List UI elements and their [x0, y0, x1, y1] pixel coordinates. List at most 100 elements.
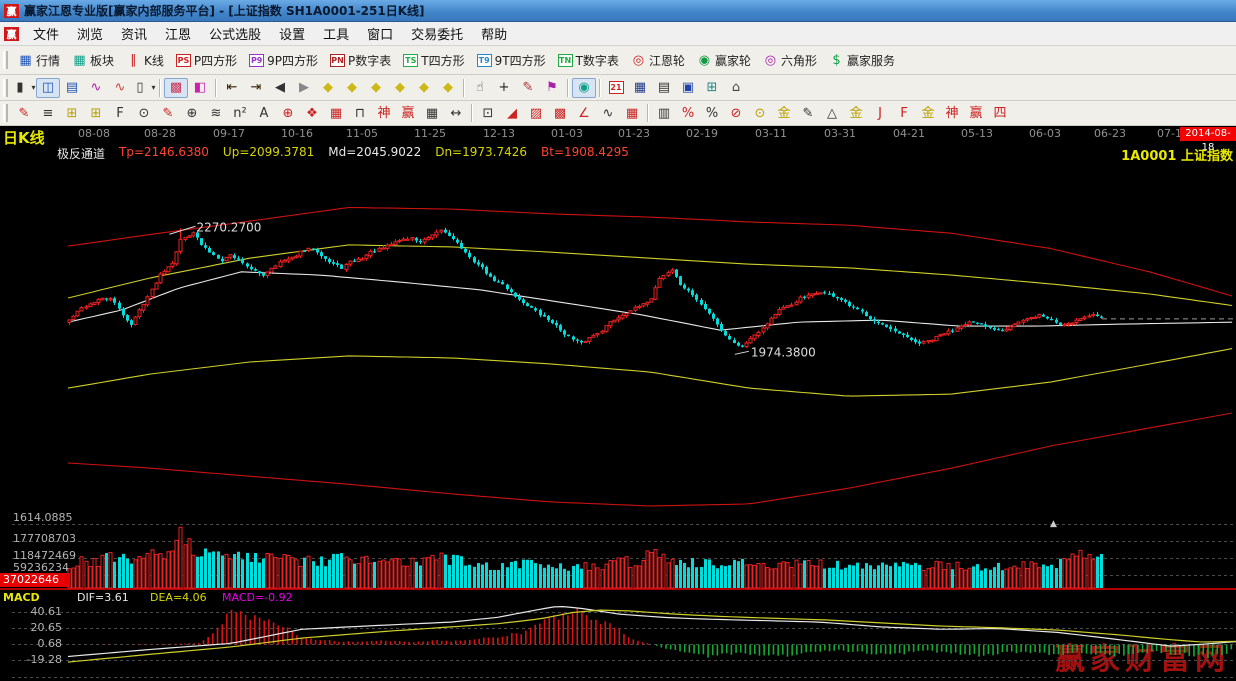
menu-7[interactable]: 窗口 — [358, 22, 402, 45]
shen-tool[interactable]: 神 — [372, 103, 396, 123]
menu-5[interactable]: 设置 — [270, 22, 314, 45]
t-table-button[interactable]: TNT数字表 — [552, 49, 625, 71]
stretch-x-button[interactable]: ◆ — [364, 78, 388, 98]
shen-ray-tool[interactable]: 神 — [940, 103, 964, 123]
network-button[interactable]: ⊞ — [700, 78, 724, 98]
angle-fan-tool[interactable]: ∠ — [572, 103, 596, 123]
kline-button[interactable]: ∥K线 — [120, 49, 170, 71]
9p-square-button[interactable]: P99P四方形 — [243, 49, 324, 71]
menu-4[interactable]: 公式选股 — [200, 22, 270, 45]
profile-icon: ◧ — [193, 80, 208, 95]
step-lines-tool[interactable]: ⊓ — [348, 103, 372, 123]
gann-compass-tool[interactable]: ⊕ — [276, 103, 300, 123]
wave-line-tool[interactable]: ∿ — [596, 103, 620, 123]
menu-6[interactable]: 工具 — [314, 22, 358, 45]
a-lines-tool[interactable]: A — [252, 103, 276, 123]
wave3-button[interactable]: ∿ — [84, 78, 108, 98]
first-page-button[interactable]: ⇤ — [220, 78, 244, 98]
calendar-button[interactable]: 21 — [604, 78, 628, 98]
spiral-tool[interactable]: ⊙ — [132, 103, 156, 123]
width-measure-tool[interactable]: ↔ — [444, 103, 468, 123]
f-grid-tool[interactable]: F — [108, 103, 132, 123]
menu-1[interactable]: 浏览 — [68, 22, 112, 45]
si-ray-tool[interactable]: 四 — [988, 103, 1012, 123]
info-panel-button[interactable]: ▤ — [60, 78, 84, 98]
gold-ray-icon: 金 — [921, 106, 936, 121]
red-grid-tool[interactable]: ▦ — [620, 103, 644, 123]
f-angle-tool[interactable]: F — [892, 103, 916, 123]
winner-wheel-button[interactable]: ◉赢家轮 — [691, 49, 757, 71]
workstation-button[interactable]: ⌂ — [724, 78, 748, 98]
hlines-grid-tool[interactable]: ≡ — [36, 103, 60, 123]
t-square-button[interactable]: TST四方形 — [397, 49, 470, 71]
circle3-tool[interactable]: ⊕ — [180, 103, 204, 123]
compass-icon: ⊕ — [281, 106, 296, 121]
annotation-button[interactable]: ✎ — [516, 78, 540, 98]
dense-lines-tool[interactable]: ≋ — [204, 103, 228, 123]
toolbar-draw: ✎≡⊞⊞F⊙✎⊕≋n²A⊕❖▦⊓神赢▦↔⊡◢▨▩∠∿▦▥%%⊘⊙金✎△金JF金神… — [0, 101, 1236, 126]
menu-9[interactable]: 帮助 — [472, 22, 516, 45]
zoom-in-button[interactable]: ◆ — [340, 78, 364, 98]
brain-button[interactable]: ◉ — [572, 78, 596, 98]
last-page-button[interactable]: ⇥ — [244, 78, 268, 98]
menu-8[interactable]: 交易委托 — [402, 22, 472, 45]
brush-tool[interactable]: ✎ — [156, 103, 180, 123]
prev-bar-button[interactable]: ◀ — [268, 78, 292, 98]
gold-square2-tool[interactable]: ⊞ — [84, 103, 108, 123]
fan-lines-tool[interactable]: ◢ — [500, 103, 524, 123]
quotes-button[interactable]: ▦行情 — [12, 49, 66, 71]
pattern-window-button[interactable]: ◫ — [36, 78, 60, 98]
shrink-x-button[interactable]: ◆ — [388, 78, 412, 98]
gold-square-tool[interactable]: ⊞ — [60, 103, 84, 123]
gold-angle-tool[interactable]: 金 — [844, 103, 868, 123]
wave9-button[interactable]: ∿ — [108, 78, 132, 98]
net-grid-tool[interactable]: ▦ — [324, 103, 348, 123]
percent-tool[interactable]: % — [700, 103, 724, 123]
p-square-button[interactable]: PSP四方形 — [170, 49, 243, 71]
winner-service-button[interactable]: $赢家服务 — [823, 49, 901, 71]
p-table-button[interactable]: PNP数字表 — [324, 49, 397, 71]
star-grid-tool[interactable]: ❖ — [300, 103, 324, 123]
j-angle-tool[interactable]: J — [868, 103, 892, 123]
zoom-out-button[interactable]: ◆ — [316, 78, 340, 98]
hand-tool-button[interactable]: ☝ — [468, 78, 492, 98]
menu-3[interactable]: 江恩 — [156, 22, 200, 45]
triangle-tool[interactable]: △ — [820, 103, 844, 123]
menu-2[interactable]: 资讯 — [112, 22, 156, 45]
pattern-select-button[interactable]: ▩ — [164, 78, 188, 98]
kline-style-button[interactable]: ▮▾ — [12, 78, 36, 98]
hatch-box-tool[interactable]: ▨ — [524, 103, 548, 123]
9t-square-button[interactable]: T99T四方形 — [471, 49, 552, 71]
ying-tool[interactable]: 赢 — [396, 103, 420, 123]
ruler123-tool[interactable]: ▦ — [420, 103, 444, 123]
kstats-tool[interactable]: ▥ — [652, 103, 676, 123]
ying-ray-tool[interactable]: 赢 — [964, 103, 988, 123]
volume-profile-button[interactable]: ◧ — [188, 78, 212, 98]
gold-square-icon: ⊞ — [65, 106, 80, 121]
save-button[interactable]: ▣ — [676, 78, 700, 98]
percent-line-tool[interactable]: ⊘ — [724, 103, 748, 123]
box-select-tool[interactable]: ⊡ — [476, 103, 500, 123]
hexagon-button[interactable]: ◎六角形 — [757, 49, 823, 71]
dot-line-tool[interactable]: ✎ — [796, 103, 820, 123]
next-bar-button[interactable]: ▶ — [292, 78, 316, 98]
menu-logo-icon: 赢 — [4, 27, 19, 41]
calculator-button[interactable]: ▦ — [628, 78, 652, 98]
stretch-all-button[interactable]: ◆ — [412, 78, 436, 98]
date-tick: 03-11 — [755, 127, 787, 140]
bar-style-button[interactable]: ▯▾ — [132, 78, 156, 98]
flag-button[interactable]: ⚑ — [540, 78, 564, 98]
dense-box-tool[interactable]: ▩ — [548, 103, 572, 123]
notes-button[interactable]: ▤ — [652, 78, 676, 98]
percent-retrace-tool[interactable]: % — [676, 103, 700, 123]
crosshair-button[interactable]: + — [492, 78, 516, 98]
gold-circle-tool[interactable]: ⊙ — [748, 103, 772, 123]
shrink-all-button[interactable]: ◆ — [436, 78, 460, 98]
menu-0[interactable]: 文件 — [24, 22, 68, 45]
sectors-button[interactable]: ▦板块 — [66, 49, 120, 71]
pencil-tool[interactable]: ✎ — [12, 103, 36, 123]
gann-wheel-button[interactable]: ◎江恩轮 — [625, 49, 691, 71]
gold-line-tool[interactable]: 金 — [772, 103, 796, 123]
n-square-tool[interactable]: n² — [228, 103, 252, 123]
gold-ray-tool[interactable]: 金 — [916, 103, 940, 123]
